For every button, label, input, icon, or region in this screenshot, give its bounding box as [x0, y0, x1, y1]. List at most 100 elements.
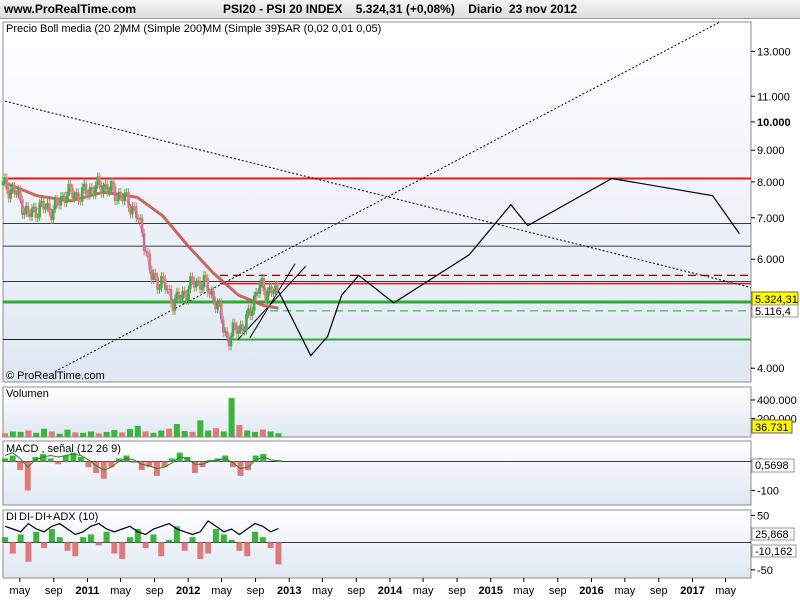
adx-histogram-bar	[267, 542, 274, 549]
price-candle	[123, 192, 127, 202]
price-candle	[158, 287, 161, 290]
price-candle	[237, 330, 241, 334]
volume-bar	[127, 429, 134, 437]
price-y-tick-label: 8.000	[757, 177, 785, 189]
volume-bar	[9, 431, 16, 437]
x-tick-label: may	[110, 585, 131, 597]
adx-histogram-bar	[236, 542, 243, 551]
price-candle	[250, 310, 254, 317]
volume-bar	[48, 431, 55, 437]
volume-bar	[212, 428, 219, 437]
adx-histogram-bar	[212, 529, 219, 543]
volume-panel	[2, 386, 752, 438]
legend-sar: SAR (0,02 0,01 0,05)	[278, 23, 381, 35]
volume-bar	[189, 431, 196, 437]
price-candle	[107, 190, 111, 193]
legend-price: Precio	[6, 23, 37, 35]
volume-bar	[252, 431, 259, 437]
volume-bar	[220, 431, 227, 437]
price-candle	[51, 209, 55, 220]
macd-last-tag-text: 0,5698	[755, 460, 789, 472]
price-candle	[1, 181, 5, 186]
chart-canvas: 13.000 11.000 10.000 9.000 8.000 7.000 6.000 5.…	[1, 21, 799, 597]
adx-histogram-bar	[103, 531, 110, 543]
volume-bar	[244, 430, 251, 437]
adx-histogram-bar	[189, 537, 196, 543]
volume-bar	[197, 420, 204, 437]
adx-histogram-bar	[95, 542, 102, 546]
x-tick-label: sep	[549, 585, 567, 597]
volume-bar	[17, 431, 24, 437]
price-candle	[38, 202, 42, 218]
x-tick-label: sep	[45, 585, 63, 597]
adx-histogram-bar	[72, 542, 79, 557]
x-tick-label: 2017	[680, 585, 704, 597]
price-y-tick-label: 7.000	[757, 213, 785, 225]
volume-bar	[80, 432, 87, 437]
x-tick-label: may	[614, 585, 635, 597]
price-y-tick-label: 11.000	[757, 91, 790, 103]
volume-bar	[166, 428, 173, 437]
adx-histogram-bar	[64, 542, 71, 551]
price-candle	[98, 176, 101, 186]
price-candle	[200, 287, 204, 290]
legend-mm39: MM (Simple 39)	[203, 23, 281, 35]
adx-last-tag-text: 25,868	[755, 529, 789, 541]
adx-histogram-bar	[87, 534, 94, 543]
macd-histogram-bar	[55, 461, 62, 465]
adx-histogram-bar	[197, 542, 204, 559]
volume-bar	[142, 431, 149, 437]
adx-histogram-bar	[17, 534, 24, 543]
adx-histogram-bar	[134, 529, 141, 543]
volume-bar	[64, 429, 71, 437]
price-candle	[19, 189, 22, 200]
price-candle	[73, 195, 76, 199]
price-candle	[34, 206, 38, 218]
watermark: © ProRealTime.com	[6, 370, 105, 382]
adx-y-tick-label: -50	[757, 565, 773, 577]
adx-histogram-bar	[9, 542, 16, 554]
volume-bar	[275, 433, 282, 437]
x-tick-label: sep	[347, 585, 365, 597]
volume-bar	[205, 430, 212, 437]
adx-title: ADX (10)	[53, 511, 98, 523]
volume-bar	[41, 428, 48, 437]
adx-histogram-bar	[48, 529, 55, 543]
adx-histogram-bar	[33, 531, 40, 543]
adx-histogram-bar	[244, 542, 251, 557]
volume-bar	[150, 432, 157, 437]
price-candle	[204, 275, 208, 279]
price-y-tick-label: 9.000	[757, 145, 785, 157]
x-tick-label: 2012	[176, 585, 200, 597]
price-candle	[115, 199, 119, 201]
adx-histogram-bar	[25, 542, 32, 562]
price-candle	[127, 192, 130, 208]
adx-histogram-bar	[56, 537, 63, 543]
price-candle	[26, 205, 30, 214]
x-tick-label: 2016	[579, 585, 603, 597]
x-tick-label: 2011	[76, 585, 100, 597]
price-candle	[102, 186, 105, 194]
volume-bar	[33, 432, 40, 437]
price-candle	[156, 276, 159, 290]
volume-bar	[134, 425, 141, 437]
volume-bar	[72, 432, 79, 437]
volume-bar	[259, 429, 266, 437]
macd-histogram-bar	[77, 457, 84, 462]
adx-histogram-bar	[142, 542, 149, 549]
support-tag-text: 5.116,4	[755, 306, 791, 318]
price-candle	[36, 217, 40, 219]
volume-bar	[158, 430, 165, 437]
volume-bar	[173, 424, 180, 437]
price-y-tick-label: 10.000	[757, 117, 791, 129]
adx-histogram-bar	[220, 534, 227, 543]
x-tick-label: sep	[650, 585, 668, 597]
adx-histogram-bar	[205, 542, 212, 554]
macd-histogram-bar	[47, 458, 54, 462]
x-tick-label: may	[211, 585, 232, 597]
adx-histogram-bar	[275, 542, 282, 565]
macd-title: MACD , señal (12 26 9)	[6, 443, 121, 455]
adx-histogram-bar	[111, 542, 118, 554]
macd-y-tick-label: -100	[757, 485, 779, 497]
price-candle	[22, 212, 26, 215]
